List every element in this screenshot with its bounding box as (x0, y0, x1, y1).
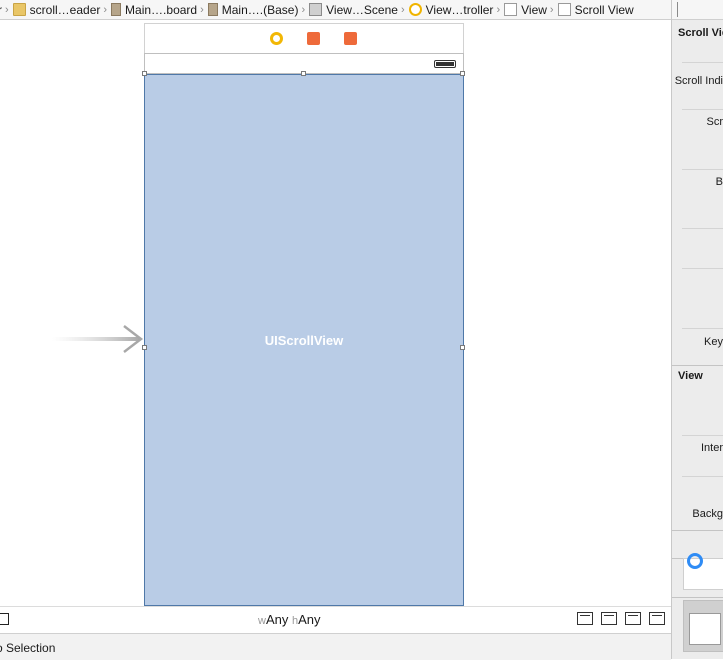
view-icon (504, 3, 517, 16)
divider (682, 476, 723, 477)
divider (682, 328, 723, 329)
breadcrumb-item-project[interactable]: r› (0, 0, 9, 19)
divider (682, 109, 723, 110)
size-class-bar: wAny hAny (0, 606, 671, 633)
divider (682, 62, 723, 63)
inspector-row-label: B (716, 176, 723, 188)
status-footer: o Selection (0, 633, 671, 660)
breadcrumb-item-scroll-view[interactable]: Scroll View (554, 0, 634, 19)
section-divider (672, 365, 723, 366)
breadcrumb-label: scroll…eader (30, 3, 101, 17)
exit-icon[interactable] (344, 32, 357, 45)
view-icon (558, 3, 571, 16)
resolve-issues-icon[interactable] (625, 612, 641, 625)
breadcrumb-item-view-controller[interactable]: View…troller› (405, 0, 500, 19)
scroll-view-label: UIScrollView (265, 333, 344, 348)
breadcrumb-item-storyboard[interactable]: Main….board› (107, 0, 204, 19)
resize-handle-top-left[interactable] (142, 71, 147, 76)
divider (677, 2, 678, 17)
breadcrumb-label: Scroll View (575, 3, 634, 17)
breadcrumb-label: View (521, 3, 547, 17)
auto-layout-tools (577, 612, 665, 625)
attributes-inspector: Scroll View Scroll Indi Scr B Key View I… (671, 0, 723, 659)
divider (682, 228, 723, 229)
breadcrumb-label: r (0, 3, 2, 17)
folder-icon (13, 3, 26, 16)
size-class-selector[interactable]: wAny hAny (258, 612, 321, 627)
width-value: Any (266, 612, 288, 627)
battery-icon (434, 60, 456, 68)
divider (682, 169, 723, 170)
pin-icon[interactable] (601, 612, 617, 625)
storyboard-file-icon (111, 3, 121, 16)
resize-handle-left-middle[interactable] (142, 345, 147, 350)
divider (682, 435, 723, 436)
section-title-view: View (678, 370, 703, 382)
first-responder-icon[interactable] (307, 32, 320, 45)
section-title-scroll-view: Scroll View (678, 27, 723, 39)
inspector-row-label: Inter (701, 442, 723, 454)
divider (682, 268, 723, 269)
inspector-row-label: Scr (707, 116, 723, 128)
breadcrumb-label: View…troller (426, 3, 494, 17)
view-controller-icon[interactable] (270, 32, 283, 45)
inspector-tab-bar (672, 0, 723, 20)
scene-dock (144, 23, 464, 53)
section-divider (672, 530, 723, 531)
selection-label: o Selection (0, 641, 55, 655)
view-library-item[interactable] (683, 600, 723, 652)
scene-icon (309, 3, 322, 16)
resizing-behavior-icon[interactable] (649, 612, 665, 625)
breadcrumb-item-storyboard-base[interactable]: Main….(Base)› (204, 0, 305, 19)
document-outline-toggle-icon[interactable] (0, 613, 9, 625)
breadcrumb-item-scene[interactable]: View…Scene› (305, 0, 405, 19)
resize-handle-top-right[interactable] (460, 71, 465, 76)
jump-bar: r› scroll…eader› Main….board› Main….(Bas… (0, 0, 671, 20)
breadcrumb-item-view[interactable]: View› (500, 0, 553, 19)
entry-point-arrow-icon[interactable] (52, 324, 144, 354)
align-icon[interactable] (577, 612, 593, 625)
breadcrumb-item-folder[interactable]: scroll…eader› (9, 0, 107, 19)
width-key: w (258, 615, 266, 627)
inspector-row-label: Backg (692, 508, 723, 520)
inspector-row-label: Key (704, 336, 723, 348)
view-controller-icon (409, 3, 422, 16)
breadcrumb-label: Main….(Base) (222, 3, 299, 17)
scroll-view[interactable]: UIScrollView (144, 74, 464, 606)
breadcrumb-label: View…Scene (326, 3, 398, 17)
storyboard-file-icon (208, 3, 218, 16)
activity-indicator-library-item[interactable] (683, 558, 723, 590)
height-value: Any (298, 612, 320, 627)
section-divider (672, 597, 723, 598)
resize-handle-right-middle[interactable] (460, 345, 465, 350)
inspector-row-label: Scroll Indi (675, 75, 723, 87)
resize-handle-top-center[interactable] (301, 71, 306, 76)
breadcrumb-label: Main….board (125, 3, 197, 17)
